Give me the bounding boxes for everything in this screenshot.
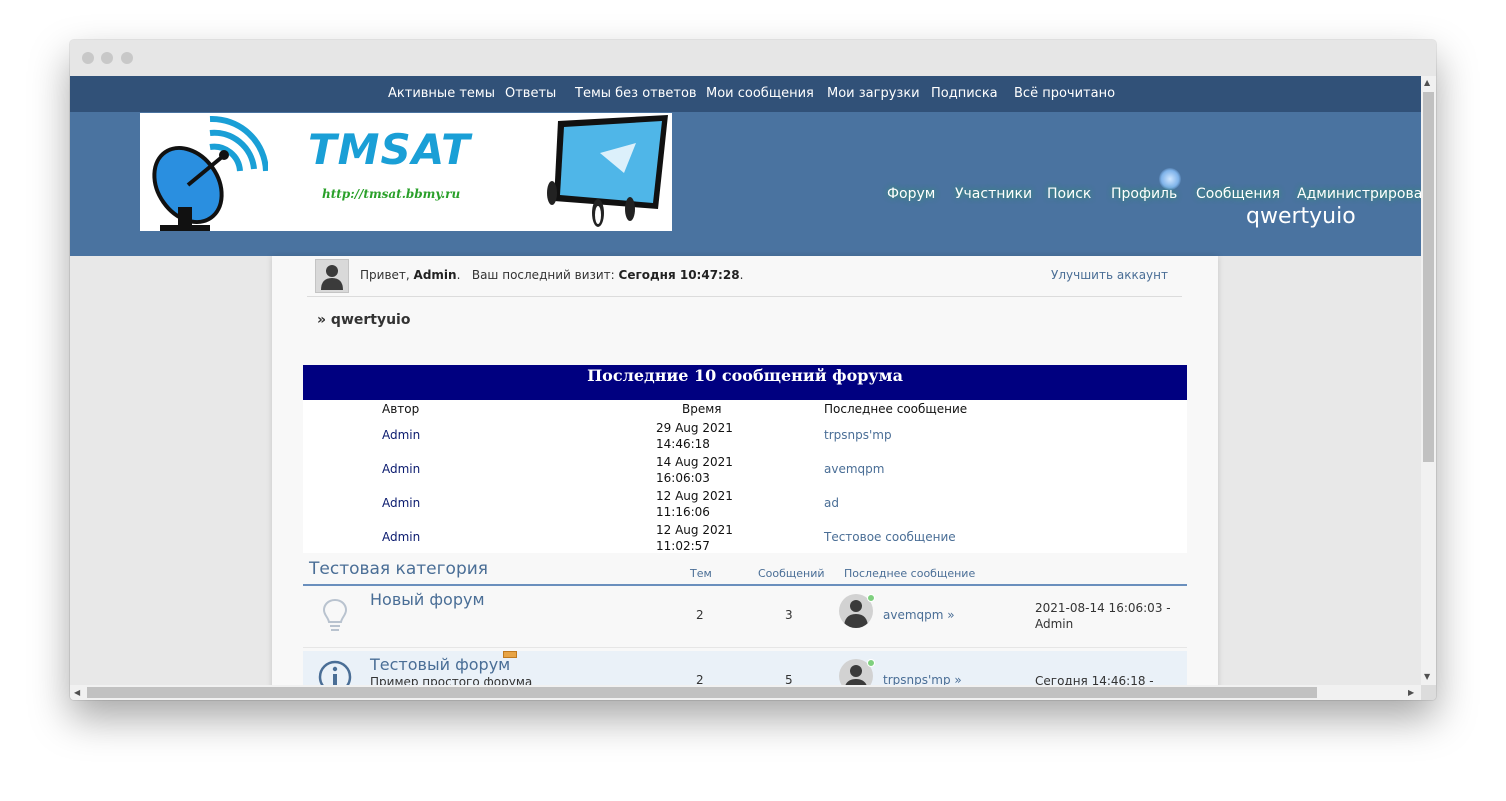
nav-mark-read[interactable]: Всё прочитано xyxy=(1014,86,1115,101)
title-bar xyxy=(70,40,1436,76)
category-header-posts: Сообщений xyxy=(758,567,825,580)
online-status-icon xyxy=(867,659,875,667)
forum-content: Привет, Admin. Ваш последний визит: Сего… xyxy=(272,256,1218,685)
minimize-dot-icon[interactable] xyxy=(101,52,113,64)
welcome-text: Привет, Admin. Ваш последний визит: Сего… xyxy=(360,268,744,282)
recent-author[interactable]: Admin xyxy=(382,428,420,442)
info-icon xyxy=(318,660,352,685)
recent-subject[interactable]: ad xyxy=(824,496,839,510)
horizontal-scroll-thumb[interactable] xyxy=(87,687,1317,698)
avatar[interactable] xyxy=(315,259,349,293)
scroll-left-icon[interactable]: ◀ xyxy=(74,688,80,697)
recent-author[interactable]: Admin xyxy=(382,496,420,510)
envelope-icon xyxy=(503,651,517,658)
nav-subscriptions[interactable]: Подписка xyxy=(931,86,998,101)
recent-header-time: Время xyxy=(682,402,722,416)
vertical-scrollbar[interactable]: ▲ ▼ xyxy=(1421,76,1436,685)
top-navigation: Активные темы Ответы Темы без ответов Мо… xyxy=(70,76,1421,112)
nav-unanswered[interactable]: Темы без ответов xyxy=(575,86,697,101)
logo-title: TMSAT xyxy=(308,125,471,174)
scrollbar-corner xyxy=(1421,685,1436,700)
recent-subject[interactable]: Тестовое сообщение xyxy=(824,530,956,544)
recent-header-author: Автор xyxy=(382,402,420,416)
forum-topics-count: 2 xyxy=(696,673,704,685)
page-viewport: Активные темы Ответы Темы без ответов Мо… xyxy=(70,76,1421,685)
forum-last-post-link[interactable]: trpsnps'mp » xyxy=(883,673,962,685)
breadcrumb[interactable]: » qwertyuio xyxy=(317,312,410,328)
online-status-icon xyxy=(867,594,875,602)
nav-my-uploads[interactable]: Мои загрузки xyxy=(827,86,920,101)
site-header: TMSAT http://tmsat.bbmy.ru Форум Участни… xyxy=(70,112,1421,256)
last-visit-value: Сегодня 10:47:28 xyxy=(618,268,740,282)
category-header-last: Последнее сообщение xyxy=(844,567,976,580)
site-logo[interactable]: TMSAT http://tmsat.bbmy.ru xyxy=(140,113,672,231)
scroll-right-icon[interactable]: ▶ xyxy=(1408,688,1414,697)
category-header-topics: Тем xyxy=(690,567,712,580)
last-visit-label: Ваш последний визит: xyxy=(471,268,615,282)
scroll-up-icon[interactable]: ▲ xyxy=(1424,78,1430,87)
close-dot-icon[interactable] xyxy=(82,52,94,64)
vertical-scroll-thumb[interactable] xyxy=(1423,92,1434,462)
upgrade-account-link[interactable]: Улучшить аккаунт xyxy=(1051,268,1168,282)
nav-active-topics[interactable]: Активные темы xyxy=(388,86,495,101)
site-name: qwertyuio xyxy=(1246,204,1356,229)
user-silhouette-icon xyxy=(321,265,343,290)
username[interactable]: Admin xyxy=(414,268,457,282)
nav-search[interactable]: Поиск xyxy=(1047,186,1091,202)
recent-subject[interactable]: avemqpm xyxy=(824,462,884,476)
forum-posts-count: 3 xyxy=(785,608,793,622)
recent-time: 29 Aug 2021 14:46:18 xyxy=(656,421,733,451)
forum-name[interactable]: Тестовый форум xyxy=(370,655,510,674)
scroll-down-icon[interactable]: ▼ xyxy=(1424,672,1430,681)
forum-description: Пример простого форума xyxy=(370,675,533,685)
nav-my-posts[interactable]: Мои сообщения xyxy=(706,86,814,101)
browser-window: Активные темы Ответы Темы без ответов Мо… xyxy=(70,40,1436,700)
maximize-dot-icon[interactable] xyxy=(121,52,133,64)
recent-time: 12 Aug 2021 11:16:06 xyxy=(656,489,733,519)
recent-posts-panel: Последние 10 сообщений форума Автор Врем… xyxy=(303,365,1187,553)
welcome-bar: Привет, Admin. Ваш последний визит: Сего… xyxy=(307,256,1182,297)
satellite-dish-icon xyxy=(152,115,268,231)
forum-topics-count: 2 xyxy=(696,608,704,622)
recent-author[interactable]: Admin xyxy=(382,462,420,476)
forum-last-post-date: Сегодня 14:46:18 - Admin xyxy=(1035,674,1154,685)
forum-name[interactable]: Новый форум xyxy=(370,590,485,609)
recent-time: 12 Aug 2021 11:02:57 xyxy=(656,523,733,553)
nav-admin[interactable]: Администрировани xyxy=(1297,186,1421,202)
logo-url: http://tmsat.bbmy.ru xyxy=(322,187,461,201)
horizontal-scrollbar[interactable]: ◀ ▶ xyxy=(70,685,1421,700)
nav-members[interactable]: Участники xyxy=(955,186,1032,202)
category-title[interactable]: Тестовая категория xyxy=(309,559,488,579)
recent-posts-title: Последние 10 сообщений форума xyxy=(303,365,1187,400)
nav-replies[interactable]: Ответы xyxy=(505,86,556,101)
recent-header-last: Последнее сообщение xyxy=(824,402,968,416)
lightbulb-icon xyxy=(322,598,348,631)
recent-subject[interactable]: trpsnps'mp xyxy=(824,428,892,442)
forum-last-post-link[interactable]: avemqpm » xyxy=(883,608,955,622)
recent-time: 14 Aug 2021 16:06:03 xyxy=(656,455,733,485)
tv-penguins-icon xyxy=(547,115,668,227)
forum-row[interactable]: Новый форум 2 3 avemqpm » 2021-08-14 16:… xyxy=(303,586,1187,648)
nav-forum[interactable]: Форум xyxy=(887,186,935,202)
nav-profile[interactable]: Профиль xyxy=(1111,186,1177,202)
forum-last-post-date: 2021-08-14 16:06:03 - Admin xyxy=(1035,601,1171,631)
forum-posts-count: 5 xyxy=(785,673,793,685)
nav-messages[interactable]: Сообщения xyxy=(1196,186,1280,202)
forum-row[interactable]: Тестовый форум Пример простого форума 2 … xyxy=(303,651,1187,685)
greeting-label: Привет, xyxy=(360,268,410,282)
recent-author[interactable]: Admin xyxy=(382,530,420,544)
